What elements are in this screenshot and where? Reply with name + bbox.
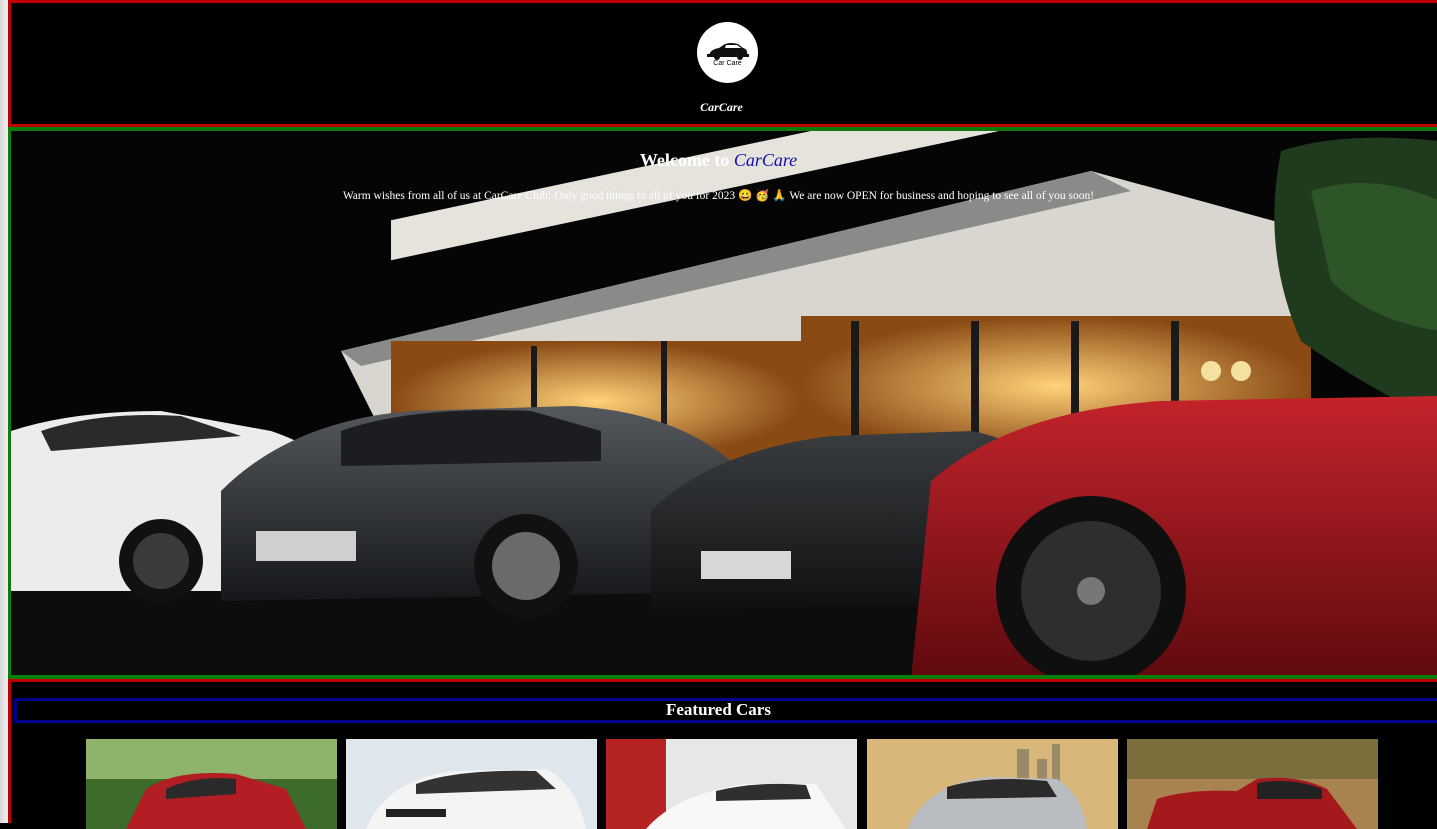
car-logo-icon <box>707 43 749 60</box>
hero-banner: Welcome to CarCare Warm wishes from all … <box>8 131 1437 679</box>
featured-cars-section: Featured Cars <box>8 679 1437 829</box>
red-pickup-dust-image <box>1127 739 1378 829</box>
brand-name: CarCare <box>700 100 743 114</box>
featured-car-card[interactable] <box>606 739 857 829</box>
welcome-heading: Welcome to CarCare <box>11 150 1437 171</box>
welcome-prefix: Welcome to <box>639 150 734 170</box>
white-sedan-image <box>606 739 857 829</box>
welcome-message: Warm wishes from all of us at CarCare Cl… <box>342 190 1095 202</box>
welcome-brand: CarCare <box>733 150 798 170</box>
site-header: Car Care CarCare <box>8 0 1437 127</box>
red-pickup-image <box>86 739 337 829</box>
carcare-logo[interactable]: Car Care <box>697 22 758 83</box>
white-suv-image <box>346 739 597 829</box>
silver-suv-city-image <box>867 739 1118 829</box>
featured-car-card[interactable] <box>867 739 1118 829</box>
featured-car-card[interactable] <box>346 739 597 829</box>
featured-car-card[interactable] <box>1127 739 1378 829</box>
hero-car-showroom-image <box>11 131 1437 675</box>
featured-car-card[interactable] <box>86 739 337 829</box>
featured-title: Featured Cars <box>666 700 771 719</box>
logo-text: Car Care <box>713 60 742 67</box>
